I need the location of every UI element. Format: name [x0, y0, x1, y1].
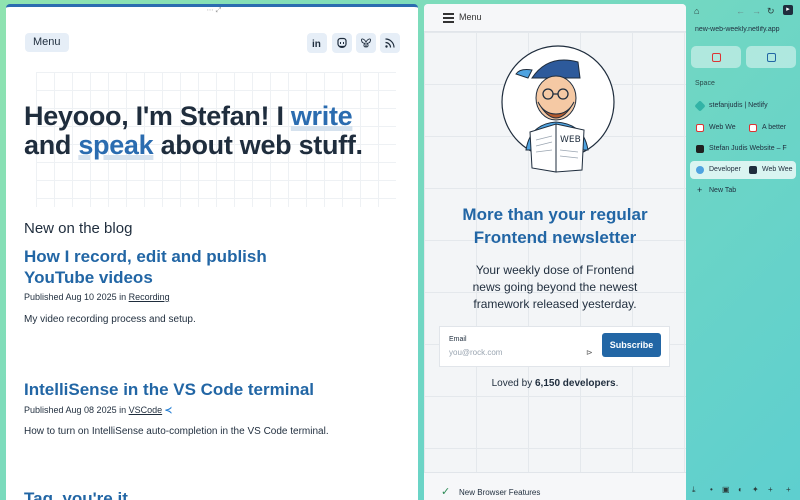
- sidebar-split-tab-active[interactable]: Developer Web Wee: [690, 161, 796, 179]
- tab-favicon-icon: [696, 166, 704, 174]
- url-bar[interactable]: new-web-weekly.netlify.app: [695, 26, 795, 33]
- browser-sidebar: ⌂ ← → ↻ ▸ new-web-weekly.netlify.app Spa…: [688, 0, 800, 500]
- pane-grip-handle[interactable]: ⋯ ⤢: [202, 7, 226, 15]
- newsletter-description: Your weekly dose of Frontend news going …: [472, 263, 638, 311]
- footer-feature-label[interactable]: New Browser Features: [459, 488, 540, 497]
- post-description: My video recording process and setup.: [24, 314, 196, 325]
- new-tab-plus-icon[interactable]: +: [786, 485, 791, 494]
- center-browser-pane: Menu WEB More than your regular Frontend…: [424, 4, 686, 500]
- linkedin-icon[interactable]: in: [307, 33, 327, 53]
- tab-favicon-icon: [696, 124, 704, 132]
- space-icon[interactable]: ▣: [722, 485, 730, 494]
- rss-icon[interactable]: [380, 33, 400, 53]
- svg-text:WEB: WEB: [560, 135, 581, 145]
- forward-icon[interactable]: →: [752, 6, 761, 16]
- mastodon-icon[interactable]: [332, 33, 352, 53]
- vscode-icon: ≺: [164, 405, 173, 415]
- write-link[interactable]: write: [291, 101, 353, 131]
- post-meta: Published Aug 08 2025 in VSCode ≺: [24, 405, 173, 415]
- post-category-link[interactable]: VSCode: [129, 405, 163, 415]
- space-label: Space: [695, 80, 715, 87]
- post-meta: Published Aug 10 2025 in Recording: [24, 292, 170, 302]
- space-icon[interactable]: ◐: [738, 485, 743, 494]
- sidebar-tab[interactable]: Stefan Judis Website – F: [690, 140, 796, 158]
- pinned-tab-1[interactable]: [691, 46, 741, 68]
- email-field[interactable]: [449, 348, 579, 357]
- back-icon[interactable]: ←: [736, 6, 745, 16]
- plus-icon: +: [697, 185, 703, 195]
- pinned-favicon-icon: [766, 52, 776, 62]
- sidebar-tab[interactable]: stefanjudis | Netlify: [690, 97, 796, 115]
- subscribe-button[interactable]: Subscribe: [602, 333, 661, 357]
- tab-favicon-icon: [749, 166, 757, 174]
- pinned-favicon-icon: [711, 52, 721, 62]
- sidebar-split-tab[interactable]: Web We A better: [690, 119, 796, 137]
- download-icon[interactable]: ⤓: [692, 485, 696, 495]
- new-tab-button[interactable]: + New Tab: [690, 182, 796, 200]
- newsletter-title: More than your regular Frontend newslett…: [462, 205, 648, 247]
- post-category-link[interactable]: Recording: [129, 292, 170, 302]
- add-space-icon[interactable]: +: [768, 485, 773, 494]
- netlify-icon: [694, 100, 706, 112]
- email-label: Email: [449, 336, 467, 343]
- sidebar-toggle-icon[interactable]: ▸: [783, 5, 793, 15]
- speak-link[interactable]: speak: [78, 130, 153, 160]
- blog-section-heading: New on the blog: [24, 220, 133, 237]
- hamburger-icon[interactable]: [443, 13, 454, 23]
- left-browser-pane: ⋯ ⤢ Menu in Heyooo, I'm Stefan! I write …: [6, 4, 418, 500]
- dot-icon[interactable]: •: [710, 485, 713, 494]
- tab-favicon-icon: [749, 124, 757, 132]
- post-description: How to turn on IntelliSense auto-complet…: [24, 426, 329, 437]
- reload-icon[interactable]: ↻: [767, 6, 775, 17]
- loved-by-text: Loved by 6,150 developers.: [491, 378, 619, 389]
- avatar-illustration: WEB: [498, 40, 618, 180]
- hero-heading: Heyooo, I'm Stefan! I write and speak ab…: [24, 101, 363, 160]
- home-icon[interactable]: ⌂: [694, 6, 699, 16]
- subscribe-form: Email ⊳ Subscribe: [439, 326, 670, 367]
- svg-text:in: in: [312, 39, 321, 49]
- center-footer: ✓ New Browser Features: [424, 472, 686, 500]
- post-title-link[interactable]: Tag, you're it: [24, 488, 284, 500]
- post-title-link[interactable]: How I record, edit and publish YouTube v…: [24, 246, 284, 288]
- center-header: Menu: [424, 4, 686, 32]
- site-favicon-icon: [696, 145, 704, 153]
- bluesky-icon[interactable]: [356, 33, 376, 53]
- post-title-link[interactable]: IntelliSense in the VS Code terminal: [24, 379, 344, 400]
- menu-label[interactable]: Menu: [459, 12, 482, 22]
- extension-icon[interactable]: ⊳: [586, 348, 593, 357]
- menu-button[interactable]: Menu: [25, 33, 69, 52]
- check-icon: ✓: [441, 486, 451, 498]
- space-icon[interactable]: ✦: [752, 485, 759, 494]
- sidebar-bottom-bar: ⤓ • ▣ ◐ ✦ + +: [688, 485, 800, 497]
- pinned-tab-2[interactable]: [746, 46, 796, 68]
